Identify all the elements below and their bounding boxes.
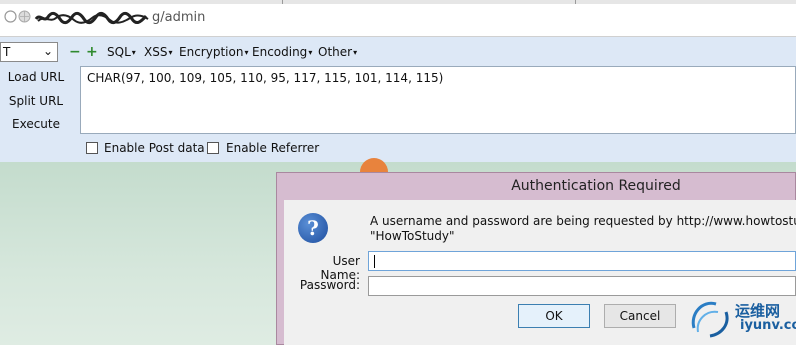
caret-down-icon: ▾ bbox=[244, 48, 249, 57]
hackbar-select-value: T bbox=[3, 45, 11, 59]
menu-sql-label: SQL bbox=[107, 45, 131, 59]
caret-down-icon: ▾ bbox=[353, 48, 358, 57]
caret-down-icon: ▾ bbox=[131, 48, 136, 57]
dialog-message: A username and password are being reques… bbox=[370, 214, 796, 244]
dialog-title: Authentication Required bbox=[511, 178, 681, 194]
enable-post-data-checkbox[interactable] bbox=[86, 142, 98, 154]
question-icon: ? bbox=[298, 213, 328, 243]
password-label: Password: bbox=[299, 278, 360, 292]
caret-down-icon: ▾ bbox=[168, 48, 173, 57]
hackbar-select[interactable]: T ⌄ bbox=[0, 42, 58, 62]
text-cursor bbox=[374, 255, 375, 268]
menu-other[interactable]: Other▾ bbox=[318, 45, 357, 59]
enable-referrer-label: Enable Referrer bbox=[226, 141, 320, 155]
plus-button[interactable]: + bbox=[86, 45, 98, 59]
menu-xss[interactable]: XSS▾ bbox=[144, 45, 172, 59]
load-url-button[interactable]: Load URL bbox=[0, 70, 72, 84]
enable-post-data-label: Enable Post data bbox=[104, 141, 205, 155]
watermark-logo-icon bbox=[691, 301, 729, 338]
menu-other-label: Other bbox=[318, 45, 353, 59]
globe-icon bbox=[4, 10, 17, 23]
menu-encryption-label: Encryption bbox=[179, 45, 244, 59]
minus-button[interactable]: − bbox=[69, 45, 81, 59]
menu-encoding-label: Encoding bbox=[252, 45, 308, 59]
site-identity-icon[interactable] bbox=[18, 10, 31, 23]
redacted-url-scribble bbox=[34, 11, 149, 25]
menu-sql[interactable]: SQL▾ bbox=[107, 45, 136, 59]
menu-encoding[interactable]: Encoding▾ bbox=[252, 45, 312, 59]
hackbar-url-textarea[interactable]: CHAR(97, 100, 109, 105, 110, 95, 117, 11… bbox=[80, 66, 796, 134]
watermark-en: iyunv.com bbox=[740, 318, 796, 333]
ok-button[interactable]: OK bbox=[518, 304, 590, 328]
cancel-button[interactable]: Cancel bbox=[604, 304, 676, 328]
execute-button[interactable]: Execute bbox=[0, 117, 72, 131]
menu-encryption[interactable]: Encryption▾ bbox=[179, 45, 248, 59]
enable-referrer-checkbox[interactable] bbox=[207, 142, 219, 154]
chevron-down-icon: ⌄ bbox=[42, 44, 53, 58]
password-field[interactable] bbox=[368, 276, 796, 296]
dialog-message-line2: "HowToStudy" bbox=[370, 229, 455, 243]
caret-down-icon: ▾ bbox=[308, 48, 313, 57]
url-text[interactable]: g/admin bbox=[152, 10, 205, 25]
split-url-button[interactable]: Split URL bbox=[0, 94, 72, 108]
menu-xss-label: XSS bbox=[144, 45, 168, 59]
dialog-message-line1: A username and password are being reques… bbox=[370, 214, 796, 228]
username-field[interactable] bbox=[368, 251, 796, 271]
